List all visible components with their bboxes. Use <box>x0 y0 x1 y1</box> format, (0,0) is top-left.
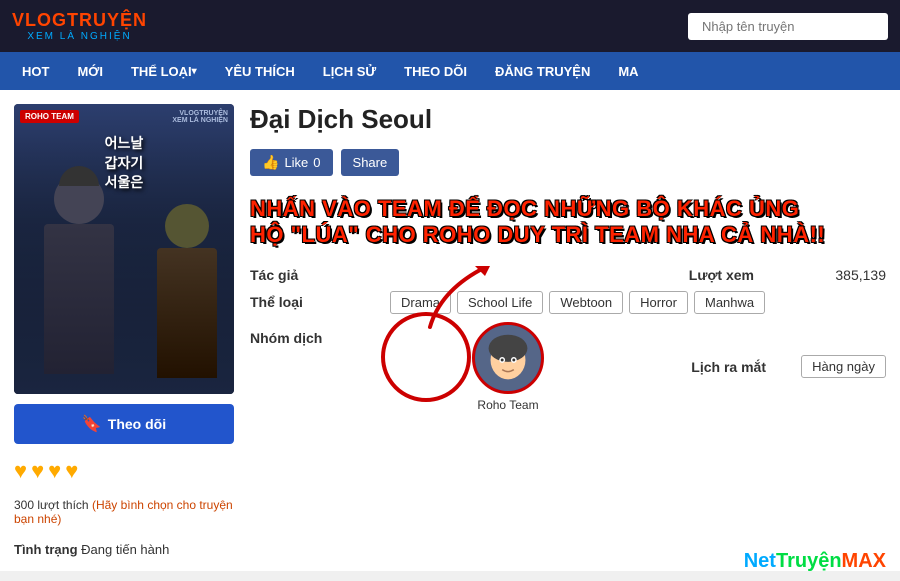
tinh-trang-label: Tình trạng <box>14 542 78 557</box>
nav-item-the-loai[interactable]: THỂ LOẠI <box>117 52 211 90</box>
release-schedule-cell: Hàng ngày <box>766 358 886 376</box>
overlay-text-container: NHẤN VÀO TEAM ĐỂ ĐỌC NHỮNG BỘ KHÁC ỦNG H… <box>250 196 886 249</box>
search-input[interactable] <box>688 13 888 40</box>
nav-item-theo-doi[interactable]: THEO DÕI <box>390 52 481 90</box>
follow-button-label: Theo dõi <box>108 416 166 432</box>
nav-item-ma[interactable]: MA <box>604 52 652 90</box>
nav-item-hot[interactable]: HOT <box>8 52 63 90</box>
logo[interactable]: VLOGTRUYỆN XEM LÀ NGHIỆN <box>12 10 147 42</box>
nav-item-yeu-thich[interactable]: YÊU THÍCH <box>211 52 309 90</box>
top-bar: VLOGTRUYỆN XEM LÀ NGHIỆN <box>0 0 900 52</box>
overlay-text: NHẤN VÀO TEAM ĐỂ ĐỌC NHỮNG BỘ KHÁC ỦNG H… <box>250 196 886 249</box>
cover-kr-title: 어느날갑자기서울은 <box>25 134 223 193</box>
like-label: Like <box>284 155 308 170</box>
nav-bar: HOT MỚI THỂ LOẠI YÊU THÍCH LỊCH SỬ THEO … <box>0 52 900 90</box>
left-panel: ROHO TEAM VLOGTRUYỆNXEM LÀ NGHIỆN 어느날갑자기… <box>14 104 234 557</box>
tinh-trang-status: Đang tiến hành <box>81 542 169 557</box>
tag-webtoon[interactable]: Webtoon <box>549 291 623 314</box>
luot-xem-value: 385,139 <box>766 267 886 283</box>
star-2[interactable]: ♥ <box>31 458 44 484</box>
nav-item-lich-su[interactable]: LỊCH SỬ <box>309 52 390 90</box>
nav-item-dang-truyen[interactable]: ĐĂNG TRUYỆN <box>481 52 604 90</box>
nav-item-moi[interactable]: MỚI <box>63 52 117 90</box>
avatar-svg <box>475 324 541 392</box>
thumb-up-icon: 👍 <box>262 154 279 171</box>
the-loai-label: Thể loại <box>250 294 390 310</box>
overlay-line2: HỘ "LÚA" CHO ROHO DUY TRÌ TEAM NHA CẢ NH… <box>250 222 825 247</box>
logo-main-text: VLOGTRUYỆN <box>12 10 147 31</box>
status-row: Tình trạng Đang tiến hành <box>14 542 234 557</box>
rating-count: 300 lượt thích <box>14 498 89 512</box>
right-panel: Đại Dịch Seoul 👍 Like 0 Share NHẤN VÀO T… <box>250 104 886 557</box>
tac-gia-label: Tác giả <box>250 267 390 283</box>
team-name: Roho Team <box>477 398 538 412</box>
genre-tags: Drama School Life Webtoon Horror Manhwa <box>390 291 886 314</box>
like-button[interactable]: 👍 Like 0 <box>250 149 333 176</box>
logo-sub-text: XEM LÀ NGHIỆN <box>27 31 131 42</box>
share-label: Share <box>353 155 388 170</box>
team-avatar-container: Roho Team <box>390 322 626 412</box>
cover-watermark: VLOGTRUYỆNXEM LÀ NGHIỆN <box>172 110 228 124</box>
watermark: NetTruyệnMAX <box>744 550 886 573</box>
team-avatar[interactable] <box>472 322 544 394</box>
tag-drama[interactable]: Drama <box>390 291 451 314</box>
star-3[interactable]: ♥ <box>48 458 61 484</box>
star-1[interactable]: ♥ <box>14 458 27 484</box>
watermark-max: MAX <box>842 550 886 572</box>
overlay-line1: NHẤN VÀO TEAM ĐỂ ĐỌC NHỮNG BỘ KHÁC ỦNG <box>250 196 799 221</box>
follow-button[interactable]: 🔖 Theo dõi <box>14 404 234 444</box>
watermark-truyen: Truyện <box>776 550 842 572</box>
rating-text: 300 lượt thích (Hãy bình chọn cho truyện… <box>14 498 234 526</box>
nhom-dich-label: Nhóm dịch <box>250 322 390 346</box>
book-cover[interactable]: ROHO TEAM VLOGTRUYỆNXEM LÀ NGHIỆN 어느날갑자기… <box>14 104 234 394</box>
like-count: 0 <box>313 155 320 170</box>
star-4[interactable]: ♥ <box>65 458 78 484</box>
share-button[interactable]: Share <box>341 149 400 176</box>
watermark-net: Net <box>744 550 776 572</box>
stars-row: ♥ ♥ ♥ ♥ <box>14 458 234 484</box>
tag-manhwa[interactable]: Manhwa <box>694 291 765 314</box>
tag-horror[interactable]: Horror <box>629 291 688 314</box>
team-section: Roho Team <box>390 322 626 412</box>
main-content: ROHO TEAM VLOGTRUYỆNXEM LÀ NGHIỆN 어느날갑자기… <box>0 90 900 571</box>
info-table: Tác giả Lượt xem 385,139 Thể loại Drama … <box>250 267 886 412</box>
tag-school[interactable]: School Life <box>457 291 543 314</box>
cover-team-badge: ROHO TEAM <box>20 110 79 123</box>
bookmark-icon: 🔖 <box>82 414 102 434</box>
red-circle-annotation <box>381 312 471 402</box>
release-badge: Hàng ngày <box>801 355 886 378</box>
manga-title: Đại Dịch Seoul <box>250 104 886 135</box>
action-buttons: 👍 Like 0 Share <box>250 149 886 176</box>
lich-ra-mat-label: Lịch ra mắt <box>626 359 766 375</box>
luot-xem-label: Lượt xem <box>626 267 766 283</box>
